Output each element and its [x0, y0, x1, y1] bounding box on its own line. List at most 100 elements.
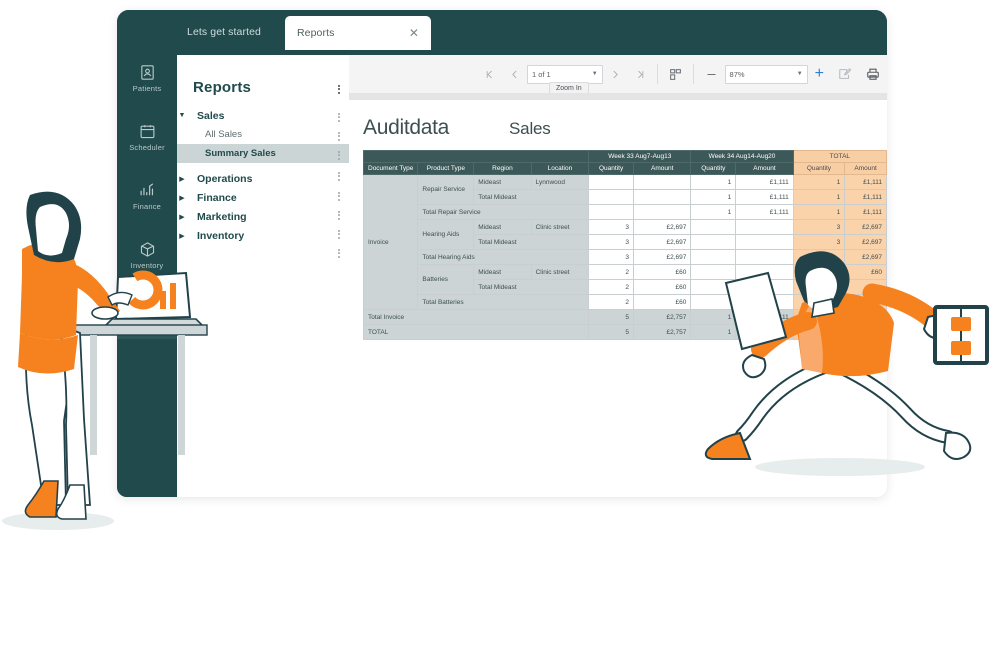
- sidebar-item-scheduler[interactable]: Scheduler: [117, 113, 177, 162]
- tree-kebab-column: [330, 55, 348, 497]
- group-header-week34: Week 34 Aug14-Aug20: [690, 150, 794, 163]
- sidebar-item-inventory[interactable]: Inventory: [117, 231, 177, 280]
- page-select[interactable]: 1 of 1 ▼: [526, 64, 603, 84]
- kebab-menu-icon[interactable]: [334, 170, 344, 182]
- tree-label: Summary Sales: [205, 148, 276, 159]
- cell-w34-qty: 1: [690, 324, 737, 340]
- cell-w33-amt: £2,697: [632, 234, 692, 250]
- col-w33-quantity: Quantity: [588, 162, 634, 175]
- col-w33-amount: Amount: [632, 162, 692, 175]
- cell-region: Mideast: [473, 264, 532, 280]
- zoom-in-button[interactable]: +: [808, 55, 831, 93]
- report-header: Auditdata Sales: [349, 100, 887, 150]
- tree-label: Sales: [197, 109, 225, 122]
- last-page-button[interactable]: [628, 55, 653, 93]
- tab-strip: Lets get started Reports ✕: [117, 10, 887, 50]
- cell-w33-amt: £60: [632, 279, 692, 295]
- cell-total-qty: [792, 249, 846, 265]
- kebab-menu-icon[interactable]: [334, 209, 344, 221]
- cell-region: Total Mideast: [473, 189, 590, 205]
- report-viewer: 1 of 1 ▼ 87% ▼ + Zoom In Auditdata Sales…: [349, 55, 887, 497]
- kebab-menu-icon[interactable]: [334, 228, 344, 240]
- sidebar-item-patients[interactable]: Patients: [117, 54, 177, 103]
- brand-title: Auditdata: [363, 116, 450, 139]
- tree-group-finance[interactable]: ▶ Finance: [177, 188, 349, 207]
- cell-w33-qty: 2: [588, 294, 634, 310]
- zoom-select-value: 87%: [729, 69, 745, 79]
- cell-w34-qty: 1: [690, 204, 737, 220]
- inventory-box-icon: [139, 241, 156, 258]
- reports-bar-icon: [139, 300, 156, 317]
- sidebar-item-label: Reports: [133, 320, 161, 329]
- sidebar-item-finance[interactable]: Finance: [117, 172, 177, 221]
- kebab-menu-icon[interactable]: [334, 190, 344, 202]
- table-row: Hearing Aids Mideast Clinic street 3 £2,…: [364, 219, 887, 250]
- cell-total-amt: [844, 279, 887, 295]
- cell-location: Clinic street: [530, 219, 590, 235]
- design-edit-button[interactable]: [831, 55, 859, 93]
- tab-lets-get-started[interactable]: Lets get started: [175, 16, 273, 48]
- cell-product-subtotal: Total Hearing Aids: [417, 249, 590, 265]
- tree-group-sales[interactable]: ▼ Sales: [177, 106, 349, 125]
- chevron-down-icon: ▼: [796, 71, 803, 77]
- cell-product-type: Batteries: [417, 264, 475, 295]
- cell-total-qty: [792, 309, 846, 325]
- close-icon[interactable]: ✕: [409, 27, 419, 39]
- cell-w33-qty: 2: [588, 279, 634, 295]
- cell-product-subtotal: Total Repair Service: [417, 204, 590, 220]
- col-total-quantity: Quantity: [792, 162, 846, 175]
- col-w34-quantity: Quantity: [690, 162, 737, 175]
- cell-total-amt: £60: [844, 264, 887, 280]
- cell-product-type: Repair Service: [417, 174, 475, 205]
- cell-w33-qty: [588, 174, 634, 190]
- tree-group-inventory[interactable]: ▶ Inventory: [177, 226, 349, 245]
- kebab-menu-icon[interactable]: [334, 130, 344, 142]
- col-total-amount: Amount: [844, 162, 887, 175]
- cell-w34-qty: [690, 264, 737, 280]
- tree-label: Operations: [197, 172, 253, 185]
- cell-w34-amt: £1,111: [735, 189, 794, 205]
- viewer-toolbar: 1 of 1 ▼ 87% ▼ + Zoom In: [349, 55, 887, 95]
- tree-group-marketing[interactable]: ▶ Marketing: [177, 207, 349, 226]
- cell-w33-qty: 3: [588, 219, 634, 235]
- sidebar-item-reports[interactable]: Reports: [117, 290, 177, 339]
- tab-reports[interactable]: Reports ✕: [285, 16, 431, 50]
- kebab-menu-icon[interactable]: [334, 83, 344, 95]
- cell-product-type: Hearing Aids: [417, 219, 475, 250]
- sidebar-item-label: Patients: [132, 84, 162, 93]
- cell-w34-qty: [690, 219, 737, 235]
- tree-item-all-sales[interactable]: All Sales: [177, 125, 349, 144]
- cell-w34-amt: [735, 294, 794, 310]
- cell-w33-amt: £2,697: [632, 219, 692, 235]
- tree-item-summary-sales[interactable]: Summary Sales: [177, 144, 349, 163]
- tab-label: Lets get started: [187, 26, 261, 38]
- report-table: Week 33 Aug7-Aug13 Week 34 Aug14-Aug20 T…: [362, 150, 887, 340]
- table-group-header-row: Week 33 Aug7-Aug13 Week 34 Aug14-Aug20 T…: [362, 150, 887, 163]
- toolbar-underline: [349, 93, 887, 100]
- cell-total-qty: [792, 294, 846, 310]
- print-button[interactable]: [859, 55, 887, 93]
- kebab-menu-icon[interactable]: [334, 247, 344, 259]
- cell-w34-qty: [690, 279, 737, 295]
- table-grand-total-row: TOTAL 5 £2,757 1 8: [362, 324, 887, 340]
- cell-total-amt: £1,111: [844, 174, 887, 190]
- sidebar-item-label: Scheduler: [129, 143, 165, 152]
- zoom-out-button[interactable]: [698, 55, 725, 93]
- kebab-menu-icon[interactable]: [334, 149, 344, 161]
- cell-region: Mideast: [473, 174, 532, 190]
- kebab-menu-icon[interactable]: [334, 111, 344, 123]
- page-layout-button[interactable]: [662, 55, 689, 93]
- col-region: Region: [473, 162, 532, 175]
- first-page-button[interactable]: [477, 55, 502, 93]
- cell-total-amt: £2,697: [844, 234, 887, 250]
- page-select-value: 1 of 1: [531, 69, 551, 79]
- group-header-blank: [362, 150, 590, 163]
- cell-region: Total Mideast: [473, 279, 590, 295]
- zoom-select[interactable]: 87% ▼: [724, 64, 808, 84]
- next-page-button[interactable]: [603, 55, 628, 93]
- cell-total-qty: 1: [792, 204, 846, 220]
- cell-total-amt: £2,697: [844, 219, 887, 235]
- tree-group-operations[interactable]: ▶ Operations: [177, 169, 349, 188]
- toolbar-divider: [692, 64, 694, 84]
- prev-page-button[interactable]: [502, 55, 527, 93]
